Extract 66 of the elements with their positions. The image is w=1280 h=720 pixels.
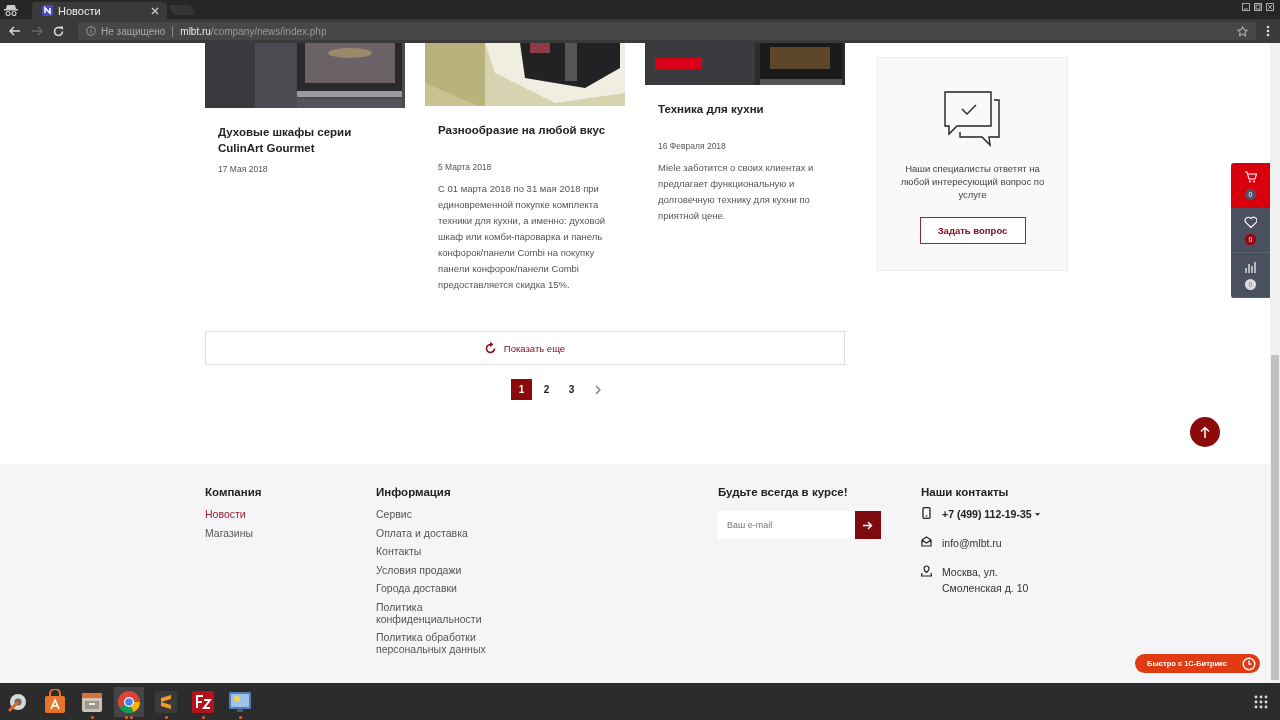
close-icon[interactable] bbox=[1266, 3, 1274, 11]
browser-icon[interactable] bbox=[114, 686, 144, 717]
scroll-top-button[interactable] bbox=[1190, 417, 1220, 447]
back-icon[interactable] bbox=[9, 26, 21, 36]
ask-question-button[interactable]: Задать вопрос bbox=[919, 217, 1026, 244]
footer-link[interactable]: Города доставки bbox=[376, 582, 501, 594]
news-title[interactable]: Техника для кухни bbox=[658, 101, 832, 133]
news-date: 5 Марта 2018 bbox=[438, 161, 493, 174]
footer-link[interactable]: Магазины bbox=[205, 526, 330, 539]
email-link[interactable]: info@mlbt.ru bbox=[942, 535, 1037, 551]
footer-link[interactable]: Оплата и доставка bbox=[376, 526, 501, 539]
tab-title: Новости bbox=[58, 4, 102, 17]
arrow-up-icon bbox=[1200, 426, 1210, 438]
incognito-icon bbox=[4, 4, 18, 16]
clock-icon bbox=[1242, 656, 1256, 671]
footer-link[interactable]: Новости bbox=[205, 508, 330, 520]
page-link[interactable]: 3 bbox=[561, 379, 582, 400]
reload-icon bbox=[484, 342, 496, 354]
news-title[interactable]: Духовые шкафы серии CulinArt Gourmet bbox=[218, 124, 392, 156]
footer-link[interactable]: Политика конфиденциальности bbox=[376, 600, 501, 625]
page-link[interactable]: 2 bbox=[536, 379, 557, 400]
heart-icon bbox=[1244, 215, 1257, 229]
news-summary: Miele заботится о своих клиентах и предлагает функциональную и долговечную технику для кухни по приятной цене. bbox=[658, 161, 815, 223]
bar-chart-icon bbox=[1244, 260, 1257, 274]
news-summary: С 01 марта 2018 по 31 мая 2018 при единовременной покупке комплекта техники для кухни, а именно: духовой шкаф или комби-пароварка и панель конфорок/панели Combi на покупку панели конфорок/панели Combi предоставляется скидка 15%. bbox=[438, 182, 607, 292]
menu-icon[interactable] bbox=[1266, 25, 1270, 37]
arrow-right-icon bbox=[863, 520, 873, 530]
caret-icon[interactable] bbox=[1034, 513, 1040, 516]
phone-icon bbox=[921, 507, 932, 519]
question-text: Наши специалисты ответят на любой интересующий вопрос по услуге bbox=[899, 162, 1046, 201]
footer-heading: Наши контакты bbox=[921, 486, 1009, 498]
security-label: Не защищено bbox=[101, 25, 166, 37]
page-link[interactable]: 1 bbox=[511, 379, 532, 400]
next-page-icon[interactable] bbox=[595, 384, 601, 395]
footer-link[interactable]: Условия продажи bbox=[376, 563, 501, 576]
restore-icon[interactable] bbox=[1254, 3, 1262, 11]
address-bar[interactable]: Не защищено mlbt.ru/company/news/index.php bbox=[78, 22, 1256, 40]
reload-icon[interactable] bbox=[53, 25, 64, 37]
news-title[interactable]: Разнообразие на любой вкус bbox=[438, 122, 612, 154]
footer-heading: Компания bbox=[205, 486, 262, 498]
show-more-button[interactable]: Показать еще bbox=[205, 331, 845, 365]
subscribe-button[interactable] bbox=[855, 511, 881, 539]
email-field[interactable]: Ваш e-mail bbox=[718, 511, 855, 539]
minimize-icon[interactable] bbox=[1242, 3, 1250, 11]
location-icon bbox=[921, 565, 932, 577]
address-text: Москва, ул. Смоленская д. 10 bbox=[942, 565, 1030, 596]
chat-check-icon bbox=[942, 90, 1003, 147]
cart-icon bbox=[1244, 171, 1257, 184]
footer-heading: Информация bbox=[376, 486, 451, 498]
star-icon[interactable] bbox=[1237, 25, 1248, 37]
news-date: 17 Мая 2018 bbox=[218, 163, 269, 176]
site-favicon bbox=[42, 5, 53, 16]
scrollbar[interactable] bbox=[1270, 43, 1280, 683]
footer-link[interactable]: Политика обработки персональных данных bbox=[376, 631, 501, 655]
browser-tab[interactable]: Новости bbox=[32, 2, 167, 19]
footer-link[interactable]: Контакты bbox=[376, 545, 501, 557]
app-grid-icon[interactable] bbox=[1254, 694, 1268, 709]
footer-heading: Будьте всегда в курсе! bbox=[718, 486, 848, 498]
url-text: mlbt.ru/company/news/index.php bbox=[180, 25, 328, 37]
footer-link[interactable]: Сервис bbox=[376, 508, 501, 520]
info-icon bbox=[86, 26, 96, 36]
phone-number[interactable]: +7 (499) 112-19-35 bbox=[942, 506, 1032, 522]
close-icon[interactable] bbox=[151, 6, 159, 15]
envelope-icon bbox=[921, 536, 932, 548]
scrollbar-thumb[interactable] bbox=[1271, 355, 1279, 680]
news-date: 16 Февраля 2018 bbox=[658, 140, 727, 153]
